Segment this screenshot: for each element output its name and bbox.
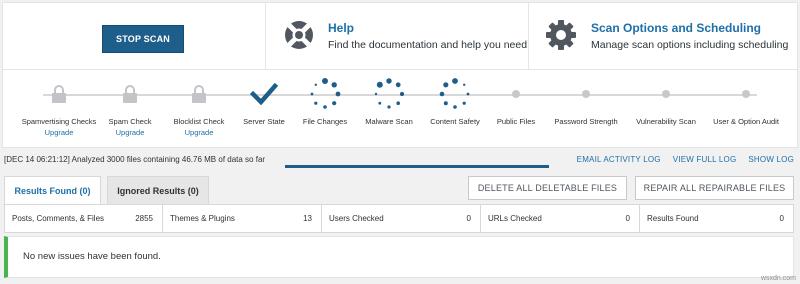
checkmark-icon [250,83,278,105]
stat-posts-comments-files: Posts, Comments, & Files 2855 [5,205,163,232]
scan-options-cell[interactable]: Scan Options and Scheduling Manage scan … [529,3,797,69]
gear-icon [546,20,576,50]
view-full-log-link[interactable]: VIEW FULL LOG [673,155,737,164]
stage-label: Vulnerability Scan [636,117,696,126]
stage-label: Password Strength [554,117,618,126]
stat-label: URLs Checked [488,214,542,223]
stage-password-strength: Password Strength [541,78,631,126]
stat-urls-checked: URLs Checked 0 [481,205,640,232]
stage-user-option-audit: User & Option Audit [701,78,791,126]
stage-upgrade-link[interactable]: Upgrade [154,128,244,137]
tab-results-found[interactable]: Results Found (0) [4,176,101,204]
stat-themes-plugins: Themes & Plugins 13 [163,205,322,232]
spinner-icon [439,78,470,109]
help-description: Find the documentation and help you need [328,39,528,51]
stat-value: 13 [303,214,312,223]
pending-dot-icon [512,90,520,98]
top-panel: STOP SCAN Help Find the documentation an… [2,2,798,70]
stat-label: Users Checked [329,214,384,223]
scan-options-description: Manage scan options including scheduling [591,39,789,51]
stat-value: 0 [779,214,784,223]
pending-dot-icon [582,90,590,98]
no-issues-notice: No new issues have been found. [4,236,794,278]
lock-icon [52,85,66,103]
pending-dot-icon [742,90,750,98]
scan-stages: Spamvertising Checks Upgrade Spam Check … [2,70,798,148]
lock-icon [123,85,137,103]
stop-scan-button[interactable]: STOP SCAN [102,25,184,53]
scan-stats-table: Posts, Comments, & Files 2855 Themes & P… [4,204,794,233]
stat-users-checked: Users Checked 0 [322,205,481,232]
lock-icon [192,85,206,103]
delete-all-files-button[interactable]: DELETE ALL DELETABLE FILES [468,176,627,200]
help-cell[interactable]: Help Find the documentation and help you… [266,3,529,69]
show-log-link[interactable]: SHOW LOG [748,155,794,164]
stat-label: Posts, Comments, & Files [12,214,105,223]
stat-value: 0 [466,214,471,223]
spinner-icon [374,78,405,109]
help-title[interactable]: Help [328,21,354,35]
stat-value: 0 [625,214,630,223]
spinner-icon [310,78,341,109]
scan-options-title[interactable]: Scan Options and Scheduling [591,21,761,35]
tab-ignored-results[interactable]: Ignored Results (0) [107,176,209,204]
log-links: EMAIL ACTIVITY LOG VIEW FULL LOG SHOW LO… [577,155,794,164]
stage-label: User & Option Audit [713,117,779,126]
lifebuoy-icon [285,21,313,49]
stat-label: Results Found [647,214,699,223]
scan-progress-bar [285,165,549,168]
notice-text: No new issues have been found. [23,251,161,262]
email-activity-log-link[interactable]: EMAIL ACTIVITY LOG [577,155,661,164]
stage-vulnerability-scan: Vulnerability Scan [621,78,711,126]
stat-value: 2855 [135,214,153,223]
stat-label: Themes & Plugins [170,214,235,223]
repair-all-files-button[interactable]: REPAIR ALL REPAIRABLE FILES [635,176,794,200]
scan-status-message: [DEC 14 06:21:12] Analyzed 3000 files co… [4,155,266,164]
stop-scan-cell: STOP SCAN [3,3,266,69]
stat-results-found: Results Found 0 [640,205,793,232]
pending-dot-icon [662,90,670,98]
watermark: wsxdn.com [760,275,796,282]
